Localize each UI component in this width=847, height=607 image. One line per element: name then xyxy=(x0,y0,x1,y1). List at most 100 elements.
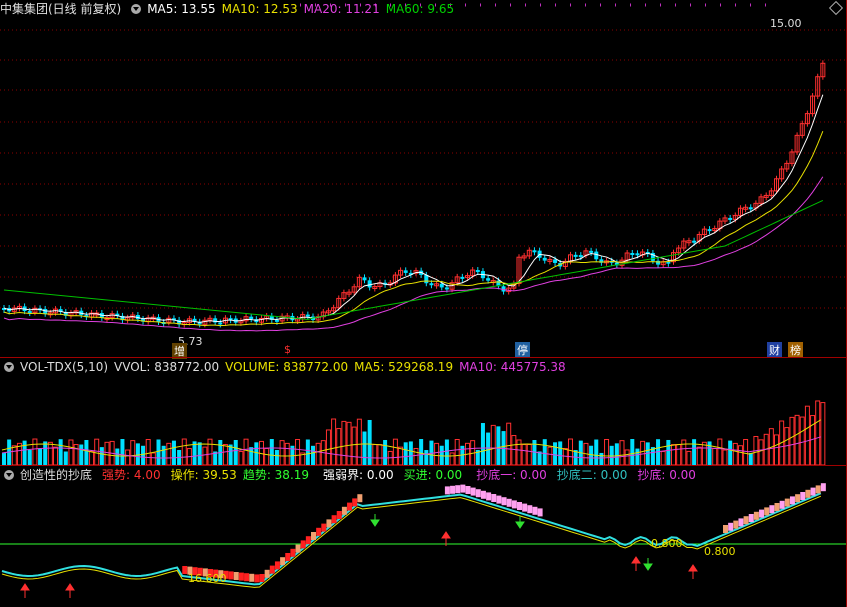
volume-bar xyxy=(311,445,315,465)
ma5-line xyxy=(3,94,824,323)
volume-bar xyxy=(315,442,321,465)
volume-bar xyxy=(53,446,58,465)
dropdown-icon[interactable] xyxy=(131,4,142,14)
volume-pane[interactable]: VOL-TDX(5,10) VVOL: 838772.00 VOLUME: 8387… xyxy=(0,358,847,465)
volume-bar xyxy=(444,439,449,465)
dropdown-icon[interactable] xyxy=(4,362,14,372)
volume-bar xyxy=(22,440,27,465)
candle xyxy=(542,257,547,261)
sell-arrow xyxy=(515,516,525,529)
volume-bar xyxy=(84,439,89,465)
volume-bar xyxy=(424,450,429,465)
signal-block xyxy=(311,532,316,540)
ind-title: 创造性的抄底 xyxy=(20,468,93,482)
volume-bar xyxy=(419,439,424,465)
signal-block xyxy=(274,561,280,570)
signal-block xyxy=(285,553,291,561)
signal-block xyxy=(254,574,260,583)
volume-bar xyxy=(171,440,176,465)
volume-bar xyxy=(351,426,357,465)
event-marker-ting[interactable]: 停 xyxy=(515,342,530,358)
signal-block xyxy=(753,511,759,520)
mairu-label: 买进: 0.00 xyxy=(403,468,463,482)
candle xyxy=(553,259,558,263)
volume-bar xyxy=(743,439,749,465)
volume-bar xyxy=(94,438,100,465)
volume-bar xyxy=(11,445,17,465)
signal-block xyxy=(244,573,250,582)
signal-block xyxy=(455,485,461,494)
dropdown-icon[interactable] xyxy=(4,470,14,480)
signal-block xyxy=(733,520,739,529)
volume-bar xyxy=(789,416,795,465)
signal-block xyxy=(800,492,806,500)
volume-bar xyxy=(398,446,404,465)
candle xyxy=(403,270,408,273)
volume-bar xyxy=(377,444,383,465)
stock-title: 中集集团(日线 前复权) xyxy=(0,2,122,16)
signal-block xyxy=(743,516,749,525)
signal-block xyxy=(290,548,296,557)
volume-bar xyxy=(728,440,733,465)
volume-bar xyxy=(589,445,594,465)
volume-bar xyxy=(222,444,228,465)
candle xyxy=(460,276,465,279)
volume-bar xyxy=(279,440,285,465)
indicator-chart[interactable] xyxy=(0,466,847,607)
event-marker-dollar[interactable]: $ xyxy=(282,343,293,356)
volume-bar xyxy=(434,442,440,465)
signal-block xyxy=(795,494,801,503)
volume-bar xyxy=(542,439,547,465)
candle xyxy=(630,252,635,255)
candle xyxy=(367,280,372,288)
operate-line xyxy=(1,495,822,588)
vvol-label: VVOL: 838772.00 xyxy=(114,360,220,374)
volume-bar xyxy=(712,447,718,465)
signal-block xyxy=(444,486,450,495)
candle xyxy=(578,255,583,258)
signal-block xyxy=(280,557,286,566)
volume-bar xyxy=(141,445,146,465)
signal-block xyxy=(759,509,765,518)
signal-block xyxy=(738,518,744,527)
signal-block xyxy=(784,498,790,507)
signal-block xyxy=(347,502,353,511)
volume-bar xyxy=(356,418,362,465)
signal-block xyxy=(450,485,456,494)
volume-bar xyxy=(640,440,646,465)
signal-block xyxy=(465,486,471,494)
volume-bar xyxy=(758,439,764,465)
volume-bar xyxy=(362,431,367,465)
signal-block xyxy=(769,505,775,514)
high-price-label: 15.00 xyxy=(770,17,802,30)
signal-block xyxy=(238,572,244,581)
volume-bar xyxy=(521,444,527,465)
volume-bar xyxy=(120,439,125,465)
candle xyxy=(305,314,310,317)
volume-bar xyxy=(202,446,208,465)
ind-value-label: 0.800 xyxy=(704,545,736,558)
event-marker-bang[interactable]: 榜 xyxy=(788,342,803,358)
volume-bar xyxy=(676,443,682,465)
price-pane[interactable]: 中集集团(日线 前复权) MA5: 13.55 MA10: 12.53 MA20: 1… xyxy=(0,0,847,359)
price-header: 中集集团(日线 前复权) MA5: 13.55 MA10: 12.53 MA20: 1… xyxy=(0,0,460,18)
volume-bar xyxy=(130,440,136,465)
candle xyxy=(573,254,578,257)
candlestick-chart[interactable] xyxy=(0,0,847,357)
volume-bar xyxy=(553,442,558,465)
volume-bar xyxy=(568,438,573,465)
volume-bar xyxy=(166,442,172,465)
candle xyxy=(444,287,449,290)
signal-block xyxy=(779,500,785,509)
volume-bar xyxy=(325,429,331,465)
volume-bar xyxy=(197,442,202,465)
volume-bar xyxy=(624,449,630,465)
event-marker-cai[interactable]: 财 xyxy=(767,342,782,358)
signal-block xyxy=(326,519,332,528)
volume-bar xyxy=(722,449,728,465)
signal-block xyxy=(820,483,826,492)
volume-bar xyxy=(717,438,723,465)
volume-bar xyxy=(274,450,279,465)
signal-block xyxy=(511,500,517,509)
indicator-pane[interactable]: 创造性的抄底 强势: 4.00 操作: 39.53 趋势: 38.19 强弱界: 0.0… xyxy=(0,466,847,607)
